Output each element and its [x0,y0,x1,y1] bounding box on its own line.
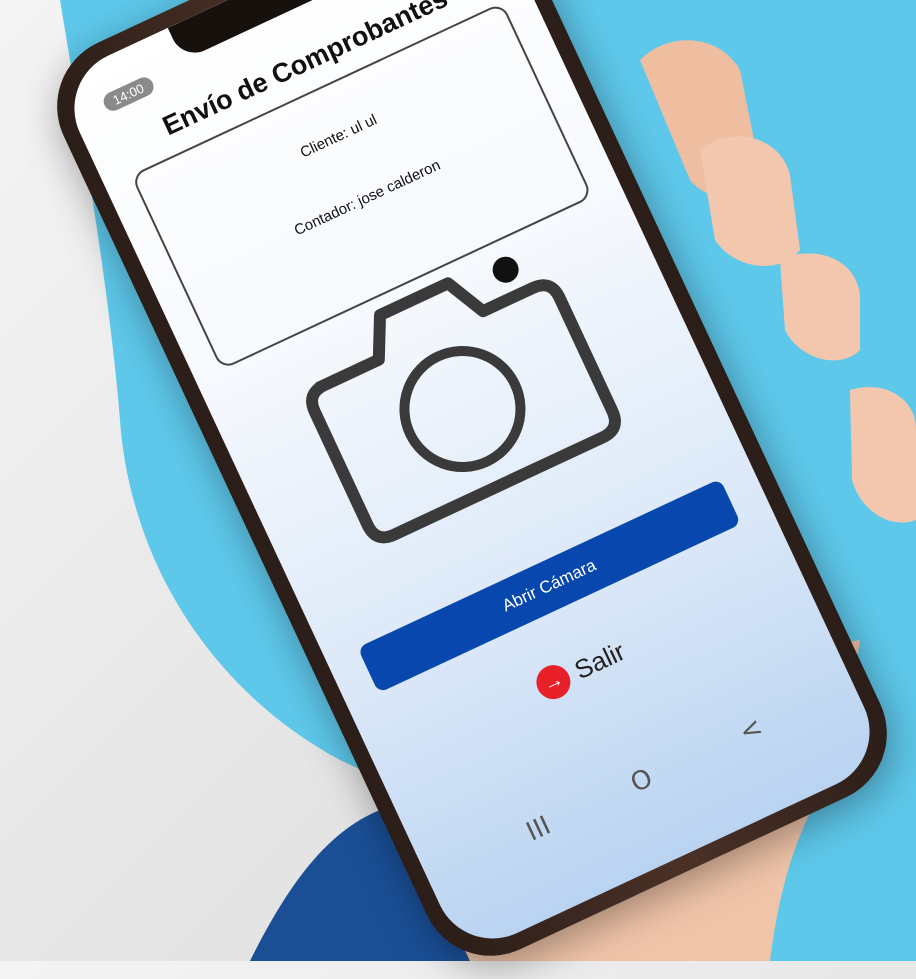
back-button[interactable]: < [735,712,767,748]
scene: 14:00 Envío de Comprobantes Cliente: ul … [0,0,916,979]
exit-button[interactable]: → Salir [529,631,632,709]
arrow-right-circle-icon: → [530,659,577,705]
exit-label: Salir [569,635,630,685]
home-button[interactable]: O [626,763,657,799]
status-time: 14:00 [100,74,157,114]
recent-apps-button[interactable]: III [522,811,556,848]
